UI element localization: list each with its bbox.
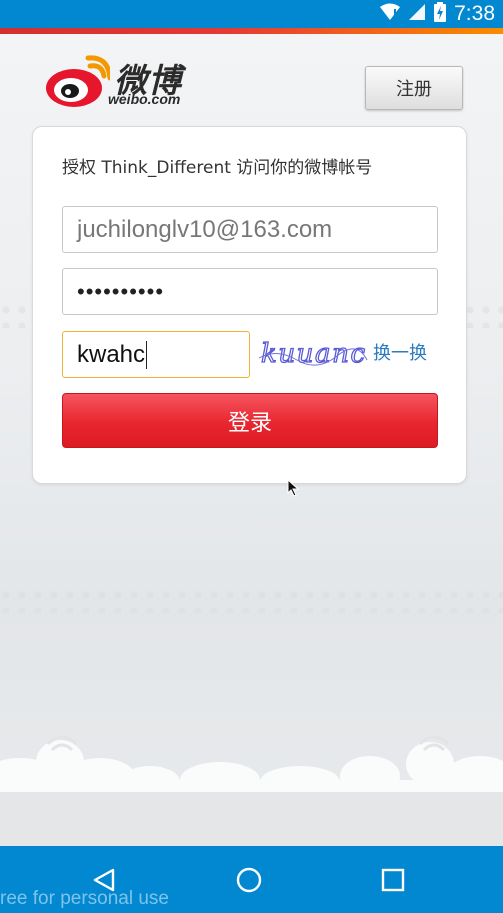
weibo-logo: 微博 weibo.com (44, 54, 194, 110)
auth-prompt: 授权 Think_Different 访问你的微博帐号 (62, 158, 373, 178)
home-icon (236, 867, 262, 893)
logo-text-english: weibo.com (108, 91, 181, 107)
watermark-text: ree for personal use (0, 888, 169, 909)
captcha-image[interactable]: kuuanc (257, 334, 369, 374)
signal-icon (408, 3, 426, 25)
login-button[interactable]: 登录 (62, 393, 438, 448)
weibo-eye-icon (46, 55, 113, 107)
captcha-input[interactable]: kwahc (62, 331, 250, 378)
wifi-icon (380, 3, 401, 25)
mouse-cursor-icon (287, 479, 300, 497)
account-field[interactable]: juchilonglv10@163.com (62, 206, 438, 253)
captcha-value: kwahc (77, 340, 146, 368)
wifi-wave-icon (46, 735, 450, 752)
captcha-image-text: kuuanc (261, 339, 365, 369)
refresh-captcha-link[interactable]: 换一换 (373, 339, 427, 365)
status-icons: 7:38 (380, 0, 495, 28)
password-value: •••••••••• (77, 278, 165, 304)
footer-band (0, 792, 503, 846)
auth-card: 授权 Think_Different 访问你的微博帐号 juchilonglv1… (32, 126, 467, 484)
clouds-decoration (0, 735, 503, 792)
recents-button[interactable] (377, 864, 409, 896)
account-value: juchilonglv10@163.com (77, 215, 333, 243)
password-field[interactable]: •••••••••• (62, 268, 438, 315)
status-bar: 7:38 (0, 0, 503, 28)
background-pattern (0, 589, 503, 613)
register-button[interactable]: 注册 (365, 66, 463, 110)
home-button[interactable] (233, 864, 265, 896)
battery-charging-icon (434, 2, 447, 26)
text-caret (146, 340, 148, 369)
status-time: 7:38 (454, 2, 495, 25)
recents-icon (381, 868, 405, 892)
